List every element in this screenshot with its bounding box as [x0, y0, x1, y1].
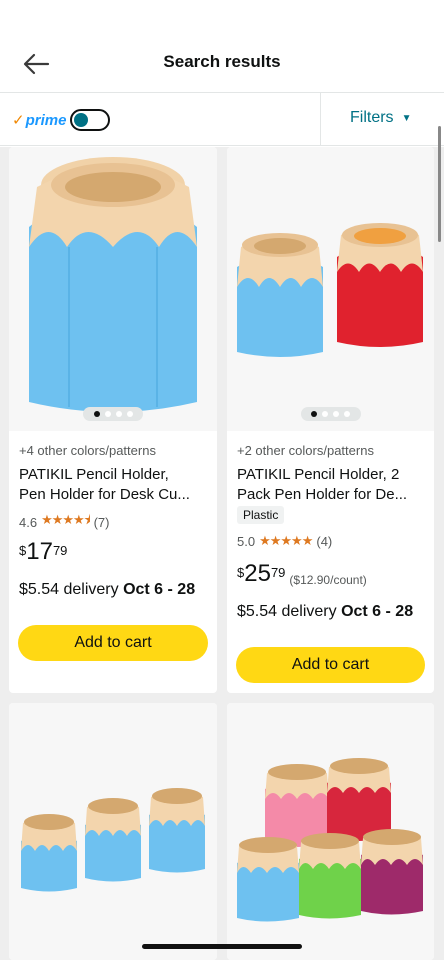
carousel-dot — [311, 411, 317, 417]
product-card[interactable]: +4 other colors/patterns PATIKIL Pencil … — [9, 147, 217, 693]
pencil-holder-image — [237, 223, 423, 357]
page-title: Search results — [163, 52, 281, 71]
product-image[interactable] — [9, 147, 217, 431]
unit-price: ($12.90/count) — [289, 573, 367, 587]
price-fraction: 79 — [270, 565, 286, 580]
price-currency: $ — [19, 543, 27, 558]
divider — [320, 93, 321, 146]
add-to-cart-button[interactable]: Add to cart — [236, 647, 425, 683]
delivery-dates: Oct 6 - 28 — [341, 603, 414, 620]
title-line: PATIKIL Pencil Holder, 2 — [237, 466, 400, 483]
prime-label: prime — [25, 111, 67, 129]
price: $ 25 79 ($12.90/count) — [237, 560, 367, 588]
product-card[interactable] — [227, 703, 434, 960]
title-line: PATIKIL Pencil Holder, — [19, 466, 169, 483]
carousel-dot — [115, 411, 122, 417]
product-title[interactable]: PATIKIL Pencil Holder, 2 Pack Pen Holder… — [237, 465, 427, 505]
chevron-down-icon: ▼ — [401, 112, 412, 124]
image-carousel-dots[interactable] — [300, 407, 361, 421]
review-count: (4) — [316, 533, 333, 549]
rating-value: 4.6 — [19, 514, 38, 530]
price-whole: 17 — [26, 538, 53, 565]
filters-label: Filters — [350, 109, 394, 126]
carousel-dot — [344, 411, 350, 417]
delivery-cost: $5.54 delivery — [237, 603, 342, 620]
price: $ 17 79 — [19, 539, 67, 565]
title-line: Pen Holder for Desk Cu... — [19, 486, 190, 503]
filter-bar: ✓ prime Filters ▼ — [0, 92, 444, 146]
material-badge: Plastic — [237, 506, 285, 524]
pencil-holder-image — [21, 788, 205, 892]
stars-icon: ★★★★⯨ — [41, 512, 91, 527]
pencil-holder-image — [237, 758, 423, 922]
product-image[interactable] — [9, 703, 217, 960]
pencil-holder-image — [29, 157, 197, 412]
prime-filter[interactable]: ✓ prime — [12, 107, 111, 133]
delivery-info: $5.54 delivery Oct 6 - 28 — [237, 603, 413, 621]
carousel-dot — [104, 411, 111, 417]
delivery-info: $5.54 delivery Oct 6 - 28 — [19, 581, 195, 599]
product-image[interactable] — [227, 147, 434, 431]
review-count: (7) — [93, 514, 110, 530]
stars-icon: ★★★★★ — [259, 533, 313, 548]
variant-count[interactable]: +2 other colors/patterns — [237, 443, 374, 458]
carousel-dot — [93, 411, 100, 417]
variant-count[interactable]: +4 other colors/patterns — [19, 443, 156, 458]
carousel-dot — [333, 411, 339, 417]
prime-toggle[interactable] — [70, 109, 111, 131]
carousel-dot — [126, 411, 133, 417]
price-whole: 25 — [244, 560, 271, 587]
rating[interactable]: 5.0 ★★★★★ (4) — [237, 533, 332, 549]
product-title[interactable]: PATIKIL Pencil Holder, Pen Holder for De… — [19, 465, 209, 505]
toggle-knob — [74, 113, 89, 127]
product-image[interactable] — [227, 703, 434, 960]
delivery-cost: $5.54 delivery — [19, 581, 124, 598]
product-card[interactable] — [9, 703, 217, 960]
add-to-cart-button[interactable]: Add to cart — [18, 625, 208, 661]
rating-value: 5.0 — [237, 533, 256, 549]
product-card[interactable]: +2 other colors/patterns PATIKIL Pencil … — [227, 147, 434, 693]
image-carousel-dots[interactable] — [83, 407, 143, 421]
home-indicator[interactable] — [142, 944, 302, 949]
price-currency: $ — [237, 565, 245, 580]
filters-button[interactable]: Filters ▼ — [350, 109, 411, 127]
scrollbar[interactable] — [438, 126, 441, 242]
carousel-dot — [322, 411, 328, 417]
title-line: Pack Pen Holder for De... — [237, 486, 408, 503]
delivery-dates: Oct 6 - 28 — [123, 581, 196, 598]
price-fraction: 79 — [52, 543, 68, 558]
rating[interactable]: 4.6 ★★★★⯨ (7) — [19, 511, 109, 533]
prime-check-icon: ✓ — [12, 112, 25, 129]
header: Search results — [0, 0, 444, 92]
